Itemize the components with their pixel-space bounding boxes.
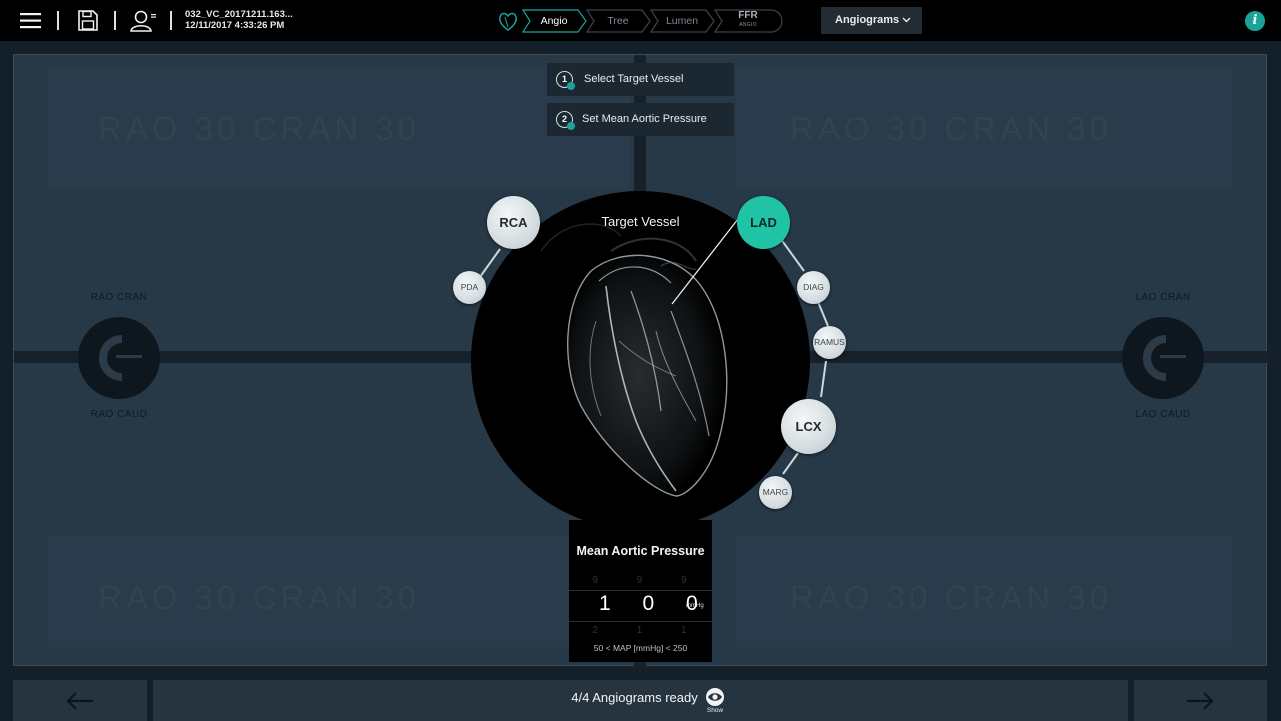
save-disk-icon[interactable] <box>75 8 101 34</box>
ghost-view-label: RAO 30 CRAN 30 <box>790 579 1112 616</box>
pressure-title: Mean Aortic Pressure <box>576 544 705 558</box>
pressure-digits-below[interactable]: 2 1 1 <box>569 625 712 636</box>
ghost-view-label: RAO 30 CRAN 30 <box>98 579 420 616</box>
c-arm-icon <box>1143 335 1186 381</box>
toolbar-divider <box>170 11 172 30</box>
step-lumen[interactable]: Lumen <box>650 9 715 33</box>
vessel-button-marg[interactable]: MARG <box>759 476 792 509</box>
pressure-value-row[interactable]: 1 0 0 mmHg <box>569 590 712 622</box>
check-dot-icon <box>567 82 575 90</box>
vessel-button-lad[interactable]: LAD <box>737 196 790 249</box>
forward-button[interactable] <box>1134 680 1267 721</box>
info-button[interactable]: i <box>1245 11 1265 31</box>
instruction-set-mean-aortic-pressure: 2 Set Mean Aortic Pressure <box>547 103 734 136</box>
vessel-button-lcx[interactable]: LCX <box>781 399 836 454</box>
bottom-bar: 4/4 Angiograms ready Show <box>0 676 1281 721</box>
vessel-button-rca[interactable]: RCA <box>487 196 540 249</box>
step-tree-label: Tree <box>607 15 629 27</box>
vessel-button-diag[interactable]: DIAG <box>797 271 830 304</box>
instruction-text: Set Mean Aortic Pressure <box>582 113 707 125</box>
hamburger-menu-icon[interactable] <box>18 8 44 34</box>
top-bar: 032_VC_20171211.163... 12/11/2017 4:33:2… <box>0 0 1281 41</box>
vessel-button-ramus[interactable]: RAMUS <box>813 326 846 359</box>
ghost-view-label: RAO 30 CRAN 30 <box>98 110 420 147</box>
main-area: RAO 30 CRAN 30 RAO 30 CRAN 30 RAO 30 CRA… <box>0 41 1281 676</box>
chevron-down-icon <box>902 17 911 23</box>
pressure-range: 50 < MAP [mmHg] < 250 <box>593 643 688 653</box>
target-vessel-title: Target Vessel <box>601 214 680 229</box>
arrow-right-icon <box>1187 692 1214 710</box>
pressure-unit: mmHg <box>686 603 704 609</box>
heart-outline-icon <box>497 9 519 33</box>
lao-caud-label: LAO CAUD <box>1135 409 1191 420</box>
show-angiograms-button[interactable]: Show <box>704 688 726 718</box>
c-arm-left-handle[interactable] <box>78 317 160 399</box>
ghost-view-label: RAO 30 CRAN 30 <box>790 110 1112 147</box>
rao-caud-label: RAO CAUD <box>90 409 148 420</box>
rao-cran-label: RAO CRAN <box>90 292 148 303</box>
step-ffr-label: FFR <box>738 10 758 21</box>
vessel-button-pda[interactable]: PDA <box>453 271 486 304</box>
step-angio[interactable]: Angio <box>522 9 587 33</box>
eye-icon <box>706 688 724 706</box>
step-lumen-label: Lumen <box>665 15 699 27</box>
angiograms-dropdown-label: Angiograms <box>835 14 900 26</box>
angiogram-status: 4/4 Angiograms ready <box>571 690 698 705</box>
pressure-digits-above[interactable]: 9 9 9 <box>569 575 712 586</box>
angiograms-dropdown[interactable]: Angiograms <box>821 7 922 34</box>
step-ffr-sublabel: ANGIO <box>739 22 757 28</box>
step-angio-label: Angio <box>540 15 568 27</box>
mean-aortic-pressure-picker: Mean Aortic Pressure 9 9 9 1 0 0 mmHg 2 … <box>569 520 712 662</box>
c-arm-right-handle[interactable] <box>1122 317 1204 399</box>
patient-profile-icon[interactable] <box>129 8 156 34</box>
step-tree[interactable]: Tree <box>586 9 651 33</box>
instruction-text: Select Target Vessel <box>584 73 684 85</box>
check-dot-icon <box>567 122 575 130</box>
instruction-select-target-vessel: 1 Select Target Vessel <box>547 63 734 96</box>
case-datetime: 12/11/2017 4:33:26 PM <box>185 20 285 31</box>
toolbar-divider <box>114 11 116 30</box>
case-id: 032_VC_20171211.163... <box>185 9 293 20</box>
step-ffr[interactable]: FFR ANGIO <box>714 9 784 33</box>
lao-cran-label: LAO CRAN <box>1135 292 1191 303</box>
toolbar-divider <box>57 11 59 30</box>
c-arm-icon <box>99 335 142 381</box>
show-label: Show <box>706 707 724 714</box>
